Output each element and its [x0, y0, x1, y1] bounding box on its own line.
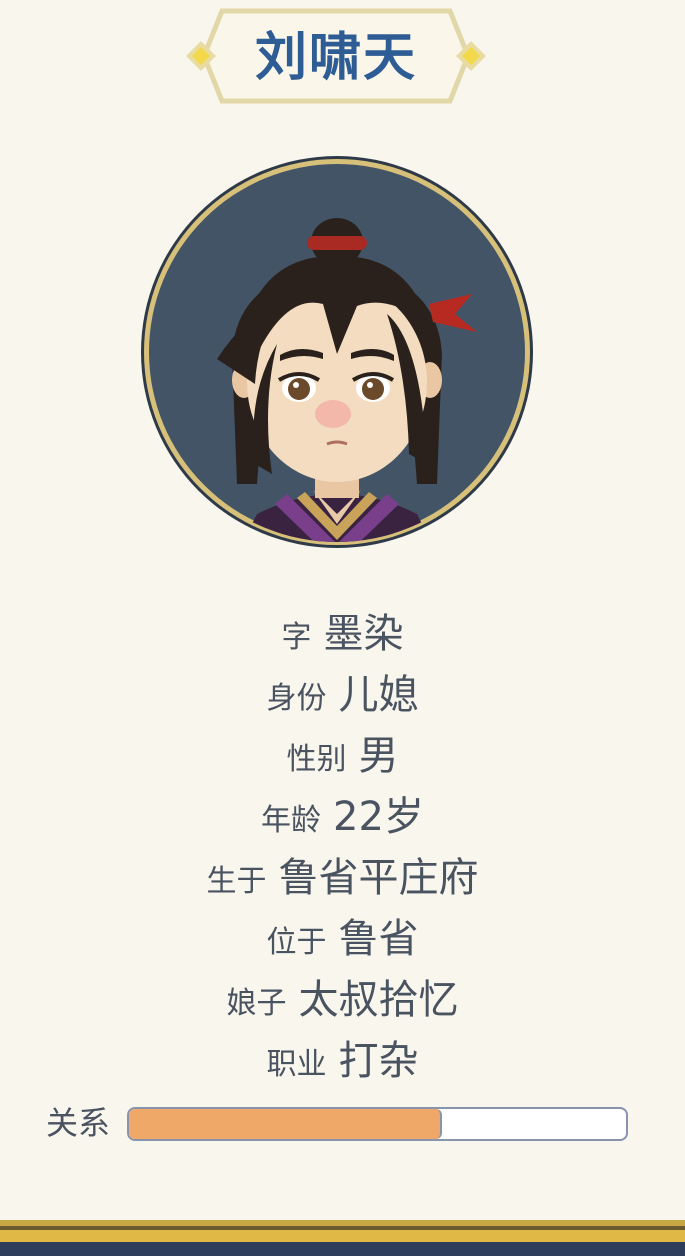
- border-navy-band: [0, 1242, 685, 1256]
- detail-identity: 身份 儿媳: [0, 665, 685, 726]
- detail-courtesy-name: 字墨染: [0, 604, 685, 665]
- detail-value: 太叔拾忆: [298, 977, 459, 1023]
- detail-label: 身份: [266, 681, 327, 716]
- detail-label: 字: [281, 620, 312, 655]
- portrait-image: [141, 156, 533, 548]
- detail-value: 22岁: [333, 794, 424, 840]
- detail-age: 年龄 22岁: [0, 787, 685, 848]
- detail-value: 鲁省平庄府: [278, 855, 479, 901]
- detail-gender: 性别男: [0, 726, 685, 787]
- relationship-bar: [127, 1107, 628, 1141]
- character-details: 字墨染 身份 儿媳 性别男 年龄 22岁 生于 鲁省平庄府 位于 鲁省 娘子 太叔拾忆 职…: [0, 604, 685, 1092]
- detail-label: 生于: [206, 864, 267, 899]
- detail-label: 位于: [266, 925, 327, 960]
- detail-label: 性别: [286, 742, 347, 777]
- detail-value: 打杂: [338, 1038, 419, 1084]
- bottom-border: [0, 1218, 685, 1256]
- name-banner: 刘啸天: [186, 8, 486, 104]
- border-gold-band: [0, 1230, 685, 1242]
- detail-label: 娘子: [226, 986, 287, 1021]
- detail-value: 鲁省: [338, 916, 419, 962]
- detail-occupation: 职业 打杂: [0, 1031, 685, 1092]
- detail-birthplace: 生于 鲁省平庄府: [0, 848, 685, 909]
- detail-value: 男: [358, 733, 399, 779]
- detail-spouse: 娘子 太叔拾忆: [0, 970, 685, 1031]
- relationship-label: 关系: [46, 1104, 111, 1142]
- detail-value: 墨染: [323, 611, 404, 657]
- detail-value: 儿媳: [338, 672, 419, 718]
- detail-label: 年龄: [261, 803, 322, 838]
- relationship-meter: 关系: [46, 1104, 628, 1142]
- character-portrait[interactable]: [137, 154, 537, 554]
- relationship-bar-fill: [129, 1109, 443, 1139]
- detail-location: 位于 鲁省: [0, 909, 685, 970]
- character-name: 刘啸天: [254, 28, 417, 88]
- detail-label: 职业: [266, 1047, 327, 1082]
